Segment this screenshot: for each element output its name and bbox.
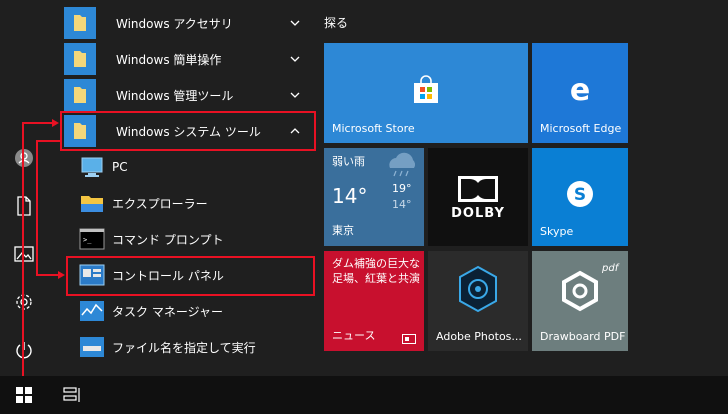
folder-icon	[64, 43, 96, 75]
edge-icon: e	[570, 73, 590, 105]
app-pc[interactable]: PC	[72, 149, 318, 185]
guide-line-to-folder	[22, 122, 52, 124]
folder-windows-system-tools[interactable]: Windows システム ツール	[60, 113, 318, 149]
app-task-manager[interactable]: タスク マネージャー	[72, 293, 318, 329]
command-prompt-icon: >_	[76, 223, 108, 255]
chevron-down-icon	[290, 92, 300, 98]
task-view-icon	[63, 387, 80, 402]
weather-temp-low: 14°	[392, 198, 412, 211]
tile-skype[interactable]: S Skype	[532, 148, 628, 246]
svg-text:>_: >_	[83, 236, 92, 244]
news-headline: ダム補強の巨大な足場、紅葉と共演	[332, 257, 420, 285]
tile-label: ニュース	[332, 329, 376, 342]
folder-icon	[64, 115, 96, 147]
taskbar	[0, 376, 728, 414]
tile-drawboard-pdf[interactable]: pdf Drawboard PDF	[532, 251, 628, 351]
svg-text:e: e	[570, 73, 590, 105]
start-rail	[0, 0, 48, 376]
app-label: PC	[112, 160, 128, 174]
tile-label: Drawboard PDF	[540, 330, 626, 343]
weather-city: 東京	[332, 224, 354, 237]
arrowhead-control	[58, 271, 65, 279]
skype-icon: S	[567, 181, 593, 207]
tile-microsoft-edge[interactable]: e Microsoft Edge	[532, 43, 628, 143]
rain-cloud-icon	[389, 152, 416, 177]
weather-temp-high: 19°	[392, 182, 412, 195]
guide-line-to-control	[36, 274, 58, 276]
app-label: コントロール パネル	[112, 268, 224, 283]
windows-start-icon	[16, 387, 32, 403]
folder-label: Windows アクセサリ	[116, 16, 233, 31]
settings-icon	[16, 294, 32, 310]
start-button[interactable]	[0, 376, 48, 414]
tile-dolby[interactable]: DOLBY	[428, 148, 528, 246]
pictures-icon	[14, 246, 34, 262]
app-label: コマンド プロンプト	[112, 232, 224, 247]
app-explorer[interactable]: エクスプローラー	[72, 185, 318, 221]
tile-area: 探る Microsoft Store e Microsoft Edge 弱い雨 …	[324, 0, 728, 376]
weather-condition: 弱い雨	[332, 155, 365, 168]
folder-windows-accessories[interactable]: Windows アクセサリ	[60, 5, 318, 41]
user-icon	[15, 149, 33, 167]
folder-windows-ease-of-access[interactable]: Windows 簡単操作	[60, 41, 318, 77]
dolby-wordmark: DOLBY	[451, 206, 505, 221]
app-label: ファイル名を指定して実行	[112, 340, 256, 355]
documents-button[interactable]	[0, 184, 48, 228]
weather-temp-current: 14°	[332, 184, 368, 208]
chevron-down-icon	[290, 56, 300, 62]
store-bag-icon	[414, 75, 438, 103]
tile-weather[interactable]: 弱い雨 14° 19° 14° 東京	[324, 148, 424, 246]
folder-label: Windows システム ツール	[116, 124, 261, 139]
drawboard-icon	[562, 270, 598, 312]
file-explorer-icon	[76, 187, 108, 219]
guide-line-down	[36, 140, 38, 276]
tile-label: Skype	[540, 225, 574, 238]
app-label: タスク マネージャー	[112, 304, 223, 319]
drawboard-logo-text: pdf	[602, 263, 619, 274]
dolby-logo-icon	[458, 176, 498, 202]
tile-label: Microsoft Edge	[540, 122, 622, 135]
guide-line-folder-out	[36, 140, 62, 142]
photoshop-express-icon	[459, 265, 497, 313]
folder-label: Windows 簡単操作	[116, 52, 222, 67]
folder-icon	[64, 7, 96, 39]
svg-text:S: S	[574, 185, 586, 205]
tile-label: Adobe Photos...	[436, 330, 522, 343]
tile-label: Microsoft Store	[332, 122, 415, 135]
folder-label: Windows 管理ツール	[116, 88, 234, 103]
power-button[interactable]	[0, 328, 48, 372]
document-icon	[17, 196, 31, 216]
news-icon	[402, 334, 416, 344]
pictures-button[interactable]	[0, 232, 48, 276]
guide-line-start	[22, 122, 24, 376]
folder-windows-admin-tools[interactable]: Windows 管理ツール	[60, 77, 318, 113]
app-command-prompt[interactable]: >_ コマンド プロンプト	[72, 221, 318, 257]
folder-icon	[64, 79, 96, 111]
task-view-button[interactable]	[52, 376, 92, 414]
run-icon	[76, 331, 108, 363]
settings-button[interactable]	[0, 280, 48, 324]
tile-adobe-photoshop[interactable]: Adobe Photos...	[428, 251, 528, 351]
user-button[interactable]	[0, 136, 48, 180]
pc-icon	[76, 151, 108, 183]
task-manager-icon	[76, 295, 108, 327]
chevron-up-icon	[290, 128, 300, 134]
tile-microsoft-store[interactable]: Microsoft Store	[324, 43, 528, 143]
control-panel-icon	[76, 259, 108, 291]
tile-group-header: 探る	[324, 16, 349, 30]
app-control-panel[interactable]: コントロール パネル	[72, 257, 318, 293]
app-run[interactable]: ファイル名を指定して実行	[72, 329, 318, 365]
power-icon	[16, 342, 32, 359]
tile-news[interactable]: ダム補強の巨大な足場、紅葉と共演 ニュース	[324, 251, 424, 351]
app-label: エクスプローラー	[112, 196, 208, 211]
chevron-down-icon	[290, 20, 300, 26]
app-list: Windows アクセサリ Windows 簡単操作 Windows 管理ツール…	[48, 0, 314, 376]
arrowhead-folder	[52, 119, 59, 127]
